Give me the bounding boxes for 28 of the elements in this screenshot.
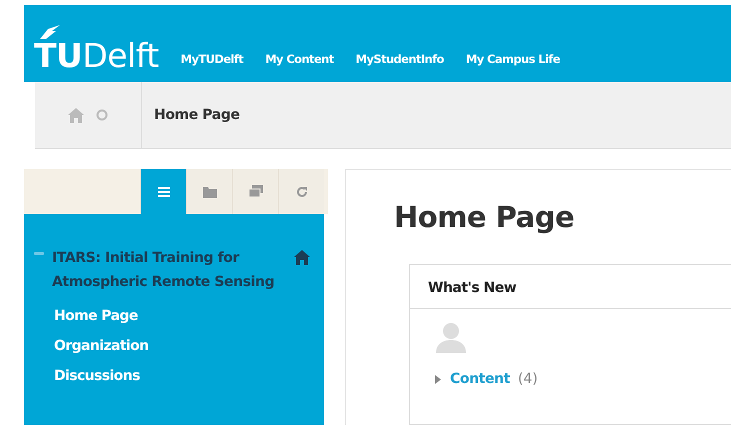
toolbar-tab[interactable] xyxy=(278,169,324,214)
widget-title: What's New xyxy=(428,280,516,296)
nav-link[interactable]: MyTUDelft xyxy=(180,52,244,66)
expand-arrow-icon[interactable] xyxy=(434,374,442,384)
toolbar-tab[interactable] xyxy=(140,169,186,214)
breadcrumb-title: Home Page xyxy=(154,107,240,123)
list-icon xyxy=(158,186,170,198)
toolbar-tab[interactable] xyxy=(232,169,278,214)
logo[interactable]: TUDelft xyxy=(34,25,159,72)
refresh-icon xyxy=(296,186,308,198)
nav-item[interactable]: Discussions xyxy=(54,368,140,384)
avatar-icon xyxy=(434,321,468,353)
course-link[interactable]: ITARS: Initial Training for Atmospheric Remote Sensing xyxy=(52,246,286,294)
item-count: (4) xyxy=(518,371,538,387)
nav-item[interactable]: Organization xyxy=(54,338,149,354)
expand-icon[interactable] xyxy=(34,252,44,255)
folder-icon xyxy=(202,186,216,198)
nav-item[interactable]: Home Page xyxy=(54,308,138,324)
nav-link[interactable]: My Campus Life xyxy=(466,52,560,66)
content-link[interactable]: Content xyxy=(450,371,510,387)
stack-icon xyxy=(248,185,262,198)
toolbar-tab[interactable] xyxy=(186,169,232,214)
home-icon xyxy=(294,250,310,265)
nav-link[interactable]: My Content xyxy=(265,52,334,66)
home-icon[interactable] xyxy=(68,108,84,122)
page-title: Home Page xyxy=(394,200,576,234)
circle-icon[interactable] xyxy=(96,109,108,121)
nav-link[interactable]: MyStudentInfo xyxy=(356,52,444,66)
